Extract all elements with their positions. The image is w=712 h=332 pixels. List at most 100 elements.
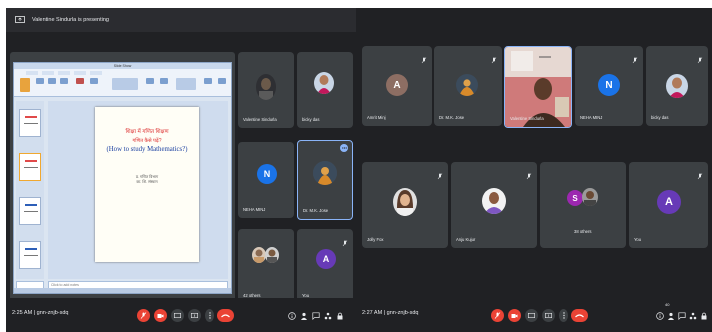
- mic-off-icon: [526, 167, 532, 180]
- camera-toggle-button[interactable]: [154, 309, 167, 322]
- present-screen-icon: [14, 15, 26, 25]
- participant-name: Anju Kujur: [456, 237, 476, 242]
- participant-avatar: S: [567, 190, 583, 206]
- slide-thumbnails: [16, 101, 44, 279]
- info-icon[interactable]: [288, 312, 296, 320]
- present-button[interactable]: [542, 309, 555, 322]
- participant-avatar: N: [257, 164, 277, 184]
- font-box: [112, 78, 138, 90]
- people-icon[interactable]: [667, 312, 675, 320]
- participant-tile[interactable]: N NEHA MINJ: [575, 46, 643, 126]
- mic-off-icon: [697, 167, 703, 180]
- more-options-button[interactable]: [205, 309, 214, 322]
- participant-photo: [265, 247, 279, 263]
- self-tile[interactable]: A You: [297, 229, 353, 304]
- participant-tile[interactable]: bicky das: [646, 46, 708, 126]
- activities-icon[interactable]: [324, 312, 332, 320]
- ribbon-button-icon: [160, 78, 168, 84]
- meet-window-right: A Amrit Minj Dr. M.K. Jose Valentine Sin…: [356, 8, 712, 332]
- ribbon-button-icon: [90, 78, 98, 84]
- participant-tile[interactable]: A Amrit Minj: [362, 46, 432, 126]
- mic-off-icon: [437, 167, 443, 180]
- slide-thumbnail: [19, 109, 41, 137]
- participant-name: bicky das: [651, 115, 669, 120]
- ribbon-tab: [42, 71, 54, 75]
- mic-toggle-button[interactable]: [137, 309, 150, 322]
- ribbon-button-icon: [36, 78, 44, 84]
- leave-call-button[interactable]: [217, 309, 234, 322]
- paste-icon: [20, 78, 30, 92]
- ribbon-tab: [58, 71, 70, 75]
- participant-tile[interactable]: Dr. M.K. Jose: [434, 46, 502, 126]
- ppt-ribbon: [14, 69, 231, 97]
- presenting-text: Valentine Sindurla is presenting: [32, 17, 109, 23]
- chat-icon[interactable]: [678, 312, 686, 320]
- mic-off-icon: [342, 234, 348, 247]
- participant-tile-pinned[interactable]: Dr. M.K. Jose: [297, 140, 353, 220]
- people-icon[interactable]: [300, 312, 308, 320]
- slide-title: शिक्षा में गणित शिक्षण: [125, 129, 169, 135]
- more-options-icon[interactable]: [340, 144, 348, 152]
- self-tile[interactable]: A You: [629, 162, 708, 248]
- participant-tile[interactable]: N NEHA MINJ: [238, 142, 294, 218]
- participant-tile[interactable]: bicky das: [297, 52, 353, 128]
- ppt-status-bar: [14, 288, 231, 293]
- activities-icon[interactable]: [689, 312, 697, 320]
- slide-english-title: (How to study Mathematics?): [106, 146, 188, 153]
- participant-tile[interactable]: Anju Kujur: [451, 162, 537, 248]
- screenshot-root: Valentine Sindurla is presenting Slide S…: [0, 0, 712, 332]
- participant-photo: [456, 74, 478, 96]
- leave-call-button[interactable]: [571, 309, 588, 322]
- presenting-banner: Valentine Sindurla is presenting: [6, 8, 356, 32]
- slide-author-line: प्र. गणित विभाग का. शि. संस्थान: [95, 175, 199, 185]
- mic-off-icon: [421, 51, 427, 64]
- call-controls-bar: 2:27 AM | gnn-znjb-sdq 40: [356, 298, 712, 332]
- time-and-meeting-code: 2:27 AM | gnn-znjb-sdq: [362, 310, 419, 316]
- slide-stage: शिक्षा में गणित शिक्षण गणित कैसे पढ़ें? …: [48, 101, 228, 279]
- more-options-button[interactable]: [559, 309, 568, 322]
- powerpoint-window: Slide Show शिक्षा में गणित शिक्षण गणित क…: [13, 62, 232, 294]
- ribbon-button-icon: [204, 78, 212, 84]
- participant-name: Valentine Sindurla: [510, 116, 544, 121]
- participant-name: Amrit Minj: [367, 115, 386, 120]
- participant-photo: [252, 247, 266, 263]
- slide-subtitle: गणित कैसे पढ़ें?: [132, 138, 162, 144]
- participant-avatar: N: [598, 74, 620, 96]
- lock-icon[interactable]: [700, 312, 708, 320]
- participant-avatar: A: [657, 190, 681, 214]
- slide-thumbnail: [19, 197, 41, 225]
- info-icon[interactable]: [656, 312, 664, 320]
- people-count: 40: [665, 302, 670, 307]
- mic-toggle-button[interactable]: [491, 309, 504, 322]
- participant-name: Valentine Sindurla: [243, 117, 277, 122]
- participant-tile[interactable]: Valentine Sindurla: [238, 52, 294, 128]
- participant-name: Jolly Fox: [367, 237, 384, 242]
- ribbon-tab: [26, 71, 38, 75]
- participant-tile[interactable]: 42 others: [238, 229, 294, 304]
- participant-name: bicky das: [302, 117, 320, 122]
- ribbon-button-icon: [48, 78, 56, 84]
- ribbon-button-icon: [218, 78, 226, 84]
- mic-off-icon: [491, 51, 497, 64]
- participant-tile-speaking[interactable]: Valentine Sindurla: [504, 46, 572, 128]
- participant-name: You: [634, 237, 642, 242]
- participant-tile[interactable]: Jolly Fox: [362, 162, 448, 248]
- participant-name: Dr. M.K. Jose: [303, 208, 329, 213]
- captions-button[interactable]: [171, 309, 184, 322]
- chat-icon[interactable]: [312, 312, 320, 320]
- present-button[interactable]: [188, 309, 201, 322]
- slide-author-2: का. शि. संस्थान: [136, 180, 158, 184]
- shared-screen: Slide Show शिक्षा में गणित शिक्षण गणित क…: [10, 52, 235, 306]
- participant-photo: [582, 188, 598, 206]
- participant-avatar: A: [316, 249, 336, 269]
- lock-icon[interactable]: [336, 312, 344, 320]
- participant-tile[interactable]: S 38 others: [540, 162, 626, 248]
- camera-toggle-button[interactable]: [508, 309, 521, 322]
- participant-name: NEHA MINJ: [580, 115, 603, 120]
- captions-button[interactable]: [525, 309, 538, 322]
- ribbon-tab: [90, 71, 102, 75]
- participant-name: NEHA MINJ: [243, 207, 266, 212]
- shapes-box: [176, 78, 196, 90]
- time-and-meeting-code: 2:25 AM | gnn-znjb-sdq: [12, 310, 69, 316]
- participant-avatar: A: [386, 74, 408, 96]
